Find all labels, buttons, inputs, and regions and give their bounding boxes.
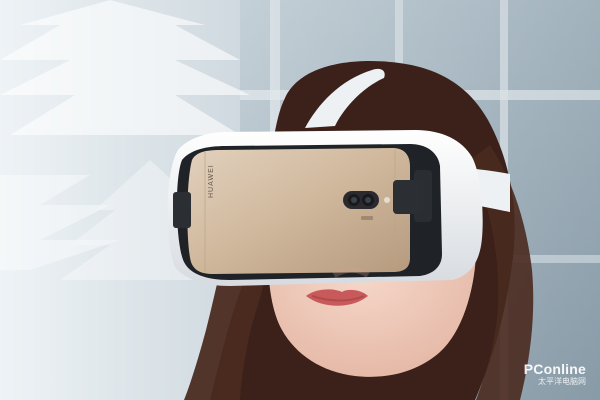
photo-illustration <box>0 0 600 400</box>
watermark-subtitle: 太平洋电脑网 <box>538 377 586 386</box>
watermark-brand: PConline <box>523 361 586 377</box>
watermark: PConline 太平洋电脑网 <box>524 362 586 386</box>
phone-brand-text: HUAWEI <box>208 164 215 198</box>
phone <box>187 148 410 274</box>
photo-scene: HUAWEI PConline 太平洋电脑网 <box>0 0 600 400</box>
